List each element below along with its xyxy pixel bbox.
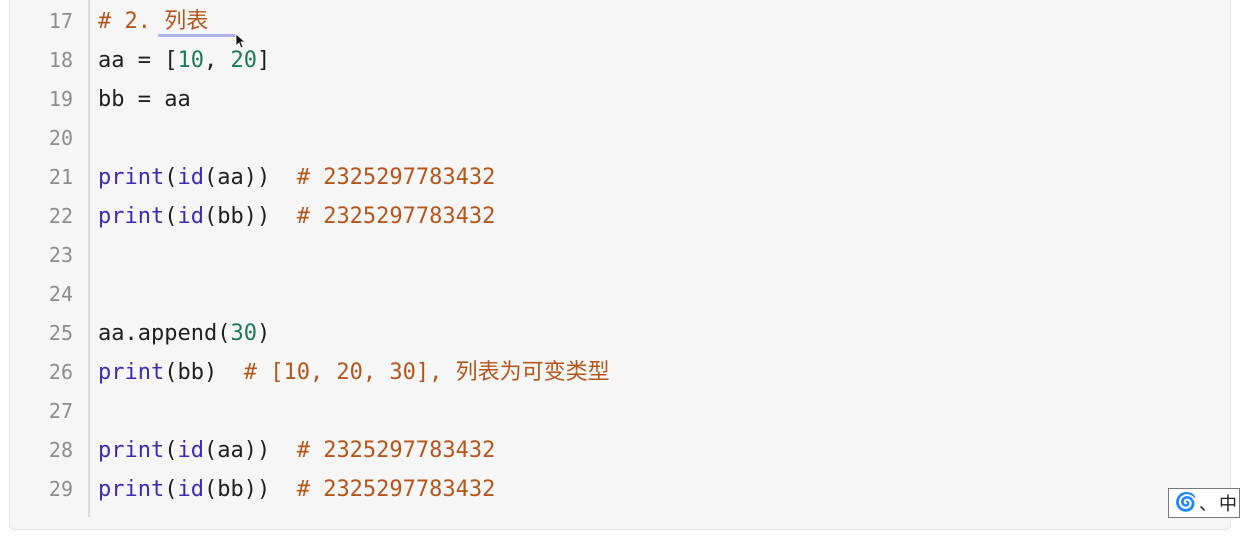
code-token: ): [256, 321, 271, 346]
line-number: 24: [48, 282, 73, 306]
code-token: (aa)): [203, 438, 297, 463]
code-block[interactable]: 17 # 2. 列表 18 aa = [10, 20] 19 bb = aa 20 21 pri…: [9, 0, 1231, 530]
line-number: 19: [48, 87, 73, 111]
line-number: 29: [48, 477, 73, 501]
code-line: 26 print(bb) # [10, 20, 30], 列表为可变类型: [10, 353, 1210, 392]
line-number: 25: [48, 321, 73, 345]
code-token: (: [164, 204, 178, 229]
code-token: aa = [: [98, 48, 178, 73]
line-number: 21: [48, 165, 73, 189]
code-token: print: [98, 165, 165, 190]
code-token: # 2.: [98, 9, 165, 34]
code-token: bb = aa: [98, 87, 191, 112]
code-token: id: [177, 438, 204, 463]
code-token: # 2325297783432: [296, 165, 496, 190]
mouse-cursor-icon: [235, 33, 245, 49]
code-token: # [10, 20, 30],: [243, 360, 456, 385]
ime-language-label: 中: [1219, 494, 1237, 515]
code-token: (bb)): [203, 204, 297, 229]
code-text: print(id(aa)) # 2325297783432: [98, 431, 495, 470]
code-token: ]: [256, 48, 271, 73]
code-line: 19 bb = aa: [10, 80, 1210, 119]
ime-separator: 、: [1199, 494, 1217, 515]
code-token: id: [177, 477, 204, 502]
code-token: # 2325297783432: [296, 438, 496, 463]
code-line: 18 aa = [10, 20]: [10, 41, 1210, 80]
text-selection-highlight: [158, 34, 236, 37]
code-text: aa.append(30): [98, 314, 270, 353]
line-number: 18: [48, 48, 73, 72]
code-token: print: [98, 477, 165, 502]
code-token: (: [164, 165, 178, 190]
code-line: 25 aa.append(30): [10, 314, 1210, 353]
code-text: print(id(aa)) # 2325297783432: [98, 158, 495, 197]
code-text: print(bb) # [10, 20, 30], 列表为可变类型: [98, 353, 610, 392]
code-token: id: [177, 204, 204, 229]
code-line: 22 print(id(bb)) # 2325297783432: [10, 197, 1210, 236]
code-line: 20: [10, 119, 1210, 158]
line-number: 20: [48, 126, 73, 150]
code-line: 28 print(id(aa)) # 2325297783432: [10, 431, 1210, 470]
code-token: (aa)): [203, 165, 297, 190]
code-token: print: [98, 204, 165, 229]
code-line: 27: [10, 392, 1210, 431]
line-number: 26: [48, 360, 73, 384]
code-token: # 2325297783432: [296, 477, 496, 502]
ime-status-indicator[interactable]: 🌀 、 中: [1167, 488, 1240, 518]
code-token: print: [98, 438, 165, 463]
line-number: 17: [48, 9, 73, 33]
code-line: 24: [10, 275, 1210, 314]
line-number: 28: [48, 438, 73, 462]
code-token: (bb)): [203, 477, 297, 502]
code-token: 20: [230, 48, 257, 73]
line-number: 22: [48, 204, 73, 228]
code-token: 30: [230, 321, 257, 346]
code-text: print(id(bb)) # 2325297783432: [98, 470, 495, 509]
code-token: 10: [177, 48, 204, 73]
line-number: 23: [48, 243, 73, 267]
code-line: 29 print(id(bb)) # 2325297783432: [10, 470, 1210, 509]
code-token: (: [164, 477, 178, 502]
code-token: # 2325297783432: [296, 204, 496, 229]
code-text: print(id(bb)) # 2325297783432: [98, 197, 495, 236]
code-text: bb = aa: [98, 80, 191, 119]
code-token: 列表: [164, 9, 209, 34]
code-line: 23: [10, 236, 1210, 275]
code-line: 21 print(id(aa)) # 2325297783432: [10, 158, 1210, 197]
code-token: id: [177, 165, 204, 190]
code-token: aa.append(: [98, 321, 231, 346]
code-token: (bb): [164, 360, 244, 385]
code-token: 列表为可变类型: [455, 360, 610, 385]
line-number: 27: [48, 399, 73, 423]
code-token: print: [98, 360, 165, 385]
ime-swirl-icon: 🌀: [1174, 492, 1197, 513]
code-token: ,: [203, 48, 231, 73]
code-token: (: [164, 438, 178, 463]
